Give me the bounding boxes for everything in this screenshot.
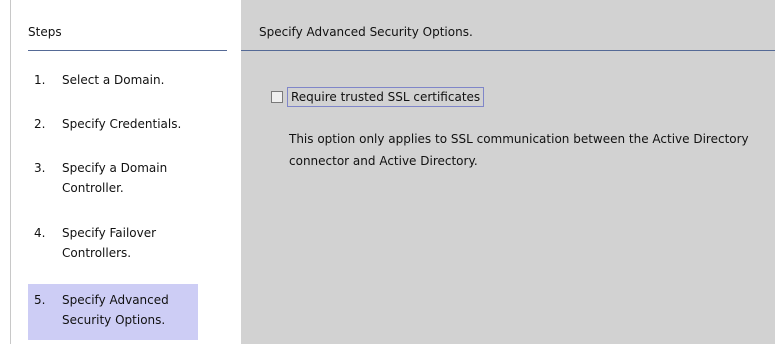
content-pane: Specify Advanced Security Options. Requi… [241, 0, 775, 344]
step-label: Specify a Domain Controller. [62, 161, 168, 195]
step-specify-credentials[interactable]: 2. Specify Credentials. [28, 114, 198, 136]
ssl-help-text: This option only applies to SSL communic… [289, 132, 749, 168]
step-number: 1. [34, 73, 46, 87]
step-number: 3. [34, 161, 46, 175]
step-number: 2. [34, 117, 46, 131]
page-title: Specify Advanced Security Options. [259, 25, 473, 39]
require-ssl-option[interactable]: Require trusted SSL certificates [271, 87, 485, 107]
step-specify-domain-controller[interactable]: 3. Specify a Domain Controller. [28, 158, 198, 202]
step-label: Specify Failover Controllers. [62, 226, 157, 260]
steps-header-underline [28, 50, 227, 51]
title-underline [241, 50, 775, 51]
require-ssl-checkbox[interactable] [271, 91, 283, 103]
steps-header: Steps [28, 25, 62, 39]
step-number: 5. [34, 293, 46, 307]
steps-pane: Steps 1. Select a Domain. 2. Specify Cre… [0, 0, 240, 344]
step-label: Specify Advanced Security Options. [62, 293, 169, 327]
step-select-domain[interactable]: 1. Select a Domain. [28, 70, 198, 92]
step-specify-advanced-security-options[interactable]: 5. Specify Advanced Security Options. [28, 284, 198, 340]
step-number: 4. [34, 226, 46, 240]
step-specify-failover-controllers[interactable]: 4. Specify Failover Controllers. [28, 223, 198, 267]
require-ssl-checkbox-label[interactable]: Require trusted SSL certificates [287, 87, 485, 107]
step-label: Specify Credentials. [62, 117, 182, 131]
step-label: Select a Domain. [62, 73, 165, 87]
left-divider [10, 0, 11, 344]
